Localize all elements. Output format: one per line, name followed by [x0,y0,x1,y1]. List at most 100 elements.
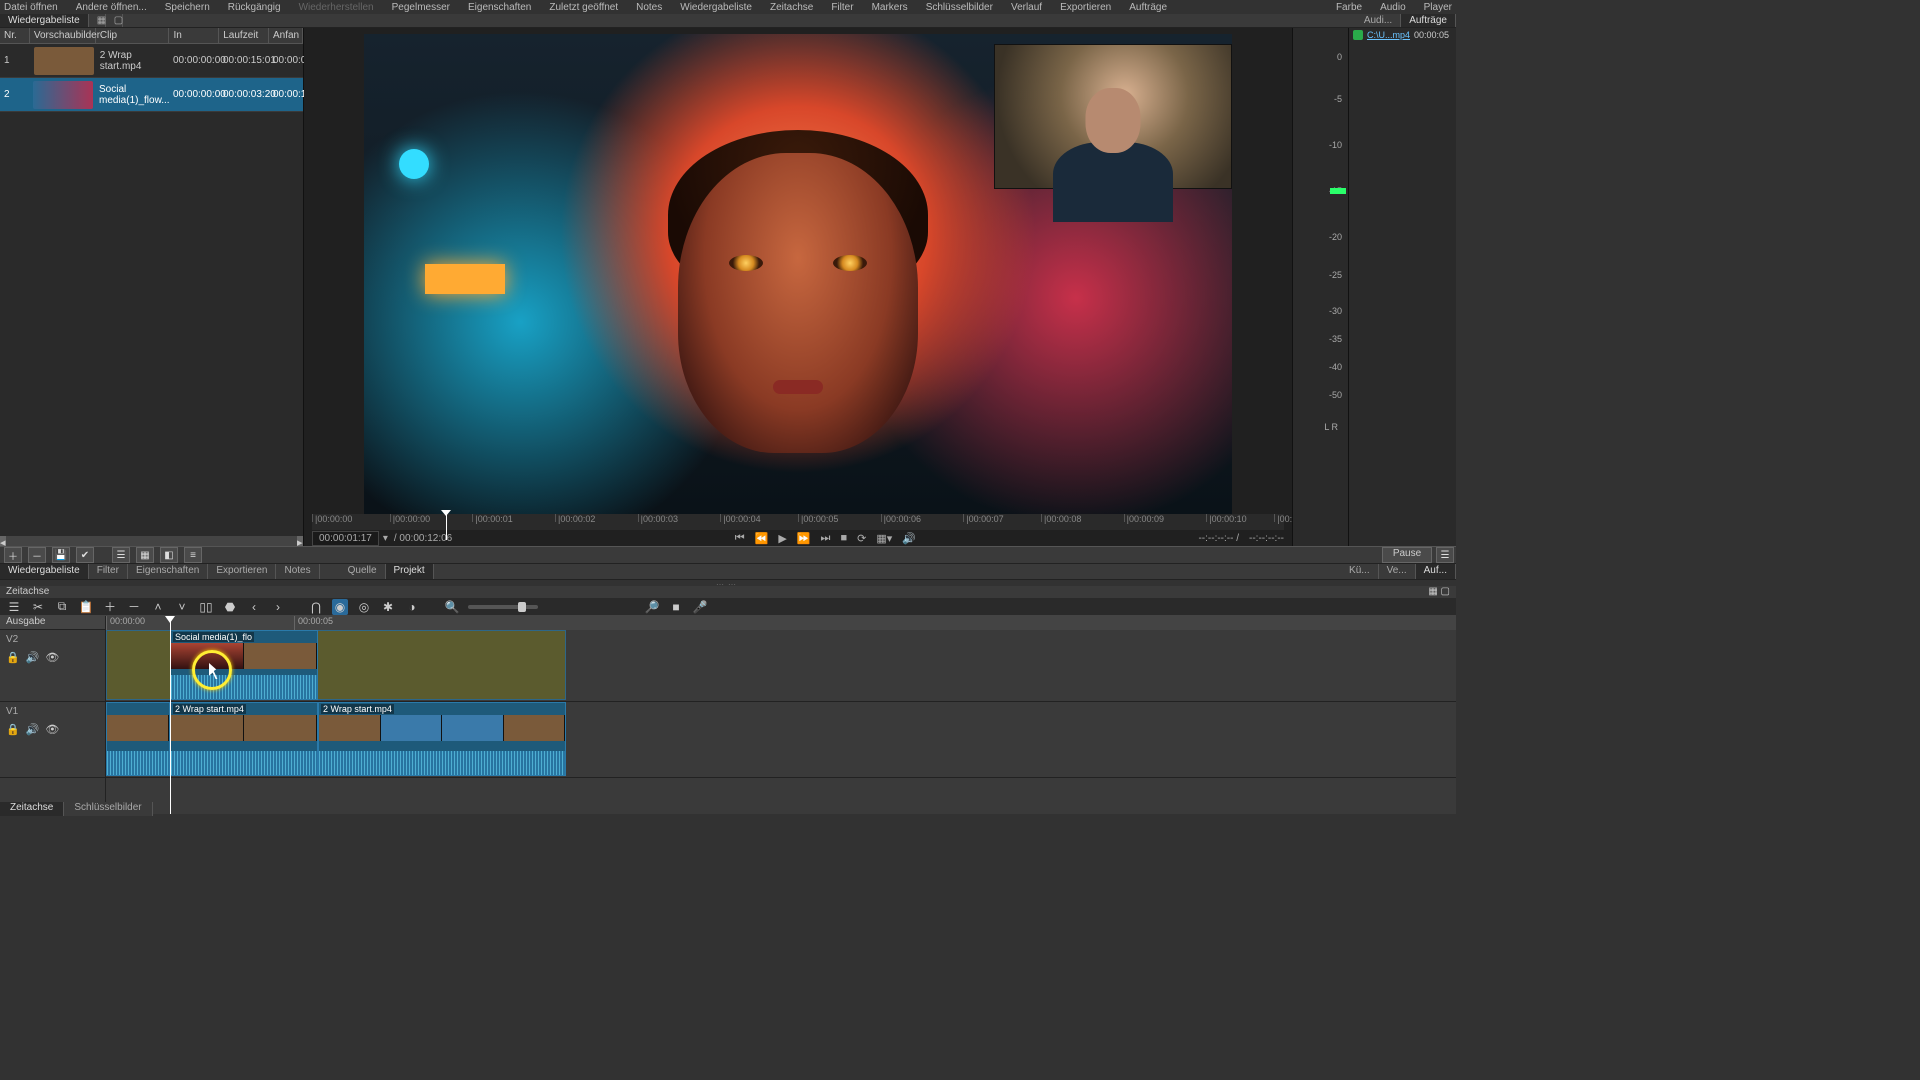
menu-keyframes[interactable]: Schlüsselbilder [926,2,993,13]
next-icon[interactable]: › [270,599,286,615]
preview-ruler[interactable]: |00:00:00 |00:00:00 |00:00:01 |00:00:02 … [312,514,1284,530]
plus-icon[interactable]: ＋ [102,599,118,615]
timeline-clip[interactable]: Social media(1)_flo [170,630,318,700]
track-v1[interactable]: 2 Wrap start.mp4 2 Wrap start.mp4 [106,702,1456,778]
timeline-playhead[interactable] [170,616,171,814]
playlist-menu-icon[interactable]: ▦ [89,14,106,27]
lock-icon[interactable]: 🔒 [6,723,20,736]
stop-icon[interactable]: ■ [840,532,847,545]
tab-properties[interactable]: Eigenschaften [128,564,208,579]
playlist-row[interactable]: 2 Social media(1)_flow... 00:00:00:00 00… [0,78,303,112]
hide-icon[interactable]: 👁 [45,723,59,736]
split-icon[interactable]: ▯▯ [198,599,214,615]
cut-icon[interactable]: ✂ [30,599,46,615]
menu-playlist[interactable]: Wiedergabeliste [680,2,752,13]
timeline-menu-icon[interactable]: ▦ ▢ [1428,586,1450,597]
tracks-area[interactable]: 00:00:00 00:00:05 Social media(1)_flo 2 … [106,616,1456,814]
job-file-link[interactable]: C:\U...mp4 [1367,30,1410,40]
zoom-stop-icon[interactable]: ■ [668,599,684,615]
tab-notes[interactable]: Notes [276,564,319,579]
pause-button[interactable]: Pause [1382,547,1432,563]
current-timecode[interactable]: 00:00:01:17 [312,531,379,546]
tab-jobs-history[interactable]: Ve... [1379,564,1416,579]
marker-icon[interactable]: ⬣ [222,599,238,615]
playlist-close-icon[interactable]: ▢ [106,14,123,27]
menu-audio[interactable]: Audio [1380,2,1406,13]
tab-source[interactable]: Quelle [340,564,386,579]
skip-end-icon[interactable]: ⏭ [821,532,831,545]
view-tiles-icon[interactable]: ▦ [136,547,154,563]
menu-save[interactable]: Speichern [165,2,210,13]
rewind-icon[interactable]: ⏪ [755,532,769,545]
volume-icon[interactable]: 🔊 [902,532,916,545]
menu-notes[interactable]: Notes [636,2,662,13]
zoom-out-icon[interactable]: 🔍 [444,599,460,615]
picture-in-picture[interactable] [994,44,1232,189]
ripple-icon[interactable]: ◎ [356,599,372,615]
ripple-all-icon[interactable]: ✱ [380,599,396,615]
menu-color[interactable]: Farbe [1336,2,1362,13]
tl-menu-icon[interactable]: ☰ [6,599,22,615]
ripple-mkr-icon[interactable]: ◑ [404,599,420,615]
lift-icon[interactable]: ˄ [150,599,166,615]
hide-icon[interactable]: 👁 [45,651,59,664]
remove-icon[interactable]: － [28,547,46,563]
view-list-icon[interactable]: ≡ [184,547,202,563]
col-thumb[interactable]: Vorschaubilder [30,28,96,43]
tab-playlist-b[interactable]: Wiedergabeliste [0,564,89,579]
zoom-slider[interactable] [468,605,538,609]
extract-icon[interactable]: ˅ [174,599,190,615]
menu-markers[interactable]: Markers [872,2,908,13]
menu-redo[interactable]: Wiederherstellen [299,2,374,13]
track-header-v2[interactable]: V2 🔒 🔊 👁 [0,630,105,702]
menu-meter[interactable]: Pegelmesser [392,2,450,13]
timeline-ruler[interactable]: 00:00:00 00:00:05 [106,616,1456,630]
add-icon[interactable]: ＋ [4,547,22,563]
menu-jobs[interactable]: Aufträge [1129,2,1167,13]
tab-export[interactable]: Exportieren [208,564,276,579]
grid-icon[interactable]: ▦▾ [876,532,892,545]
lock-icon[interactable]: 🔒 [6,651,20,664]
col-in[interactable]: In [169,28,219,43]
menu-undo[interactable]: Rückgängig [228,2,281,13]
menu-open-other[interactable]: Andere öffnen... [76,2,147,13]
timeline-clip[interactable]: 2 Wrap start.mp4 [170,702,318,776]
tab-jobs[interactable]: Aufträge [1401,14,1456,27]
skip-start-icon[interactable]: ⏮ [735,532,745,545]
playlist-hscroll[interactable]: ◂ ▸ [0,536,303,546]
scrub-icon[interactable]: ◉ [332,599,348,615]
menu-timeline[interactable]: Zeitachse [770,2,813,13]
mute-icon[interactable]: 🔊 [26,723,40,736]
loop-icon[interactable]: ⟳ [857,532,866,545]
playlist-row[interactable]: 1 2 Wrap start.mp4 00:00:00:00 00:00:15:… [0,44,303,78]
timeline-clip[interactable] [106,702,170,776]
fastfwd-icon[interactable]: ⏩ [797,532,811,545]
track-v2[interactable]: Social media(1)_flo [106,630,1456,702]
tab-project[interactable]: Projekt [386,564,434,579]
minus-icon[interactable]: － [126,599,142,615]
save-icon[interactable]: 💾 [52,547,70,563]
preview-playhead[interactable] [446,514,447,540]
zoom-fit-icon[interactable]: 🔎 [644,599,660,615]
track-header-v1[interactable]: V1 🔒 🔊 👁 [0,702,105,778]
job-row[interactable]: C:\U...mp4 00:00:05 [1349,28,1456,42]
play-icon[interactable]: ▶ [778,532,786,545]
copy-icon[interactable]: ⧉ [54,599,70,615]
menu-filter[interactable]: Filter [831,2,853,13]
timeline-clip[interactable]: 2 Wrap start.mp4 [318,702,566,776]
col-start[interactable]: Anfan [269,28,303,43]
tab-playlist[interactable]: Wiedergabeliste [0,14,89,27]
col-clip[interactable]: Clip [96,28,170,43]
snap-icon[interactable]: ⋂ [308,599,324,615]
view-details-icon[interactable]: ☰ [112,547,130,563]
tab-filter[interactable]: Filter [89,564,128,579]
view-icons-icon[interactable]: ◧ [160,547,178,563]
apply-icon[interactable]: ✔ [76,547,94,563]
menu-properties[interactable]: Eigenschaften [468,2,531,13]
prev-icon[interactable]: ‹ [246,599,262,615]
tab-timeline[interactable]: Zeitachse [0,802,64,816]
paste-icon[interactable]: 📋 [78,599,94,615]
video-preview[interactable] [364,34,1232,514]
menu-player[interactable]: Player [1424,2,1452,13]
menu-open[interactable]: Datei öffnen [4,2,58,13]
